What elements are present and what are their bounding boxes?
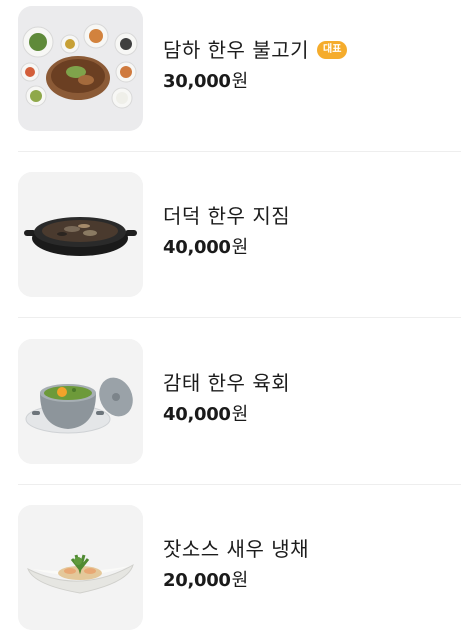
- menu-item-price: 30,000: [163, 71, 231, 92]
- menu-item-name: 감태 한우 육회: [163, 371, 291, 395]
- menu-item-price: 20,000: [163, 570, 231, 591]
- name-row: 더덕 한우 지짐: [163, 202, 290, 230]
- menu-item-name: 더덕 한우 지짐: [163, 204, 291, 228]
- menu-item-info: 잣소스 새우 냉채 20,000 원: [163, 535, 309, 592]
- menu-item-name: 담하 한우 불고기: [163, 38, 310, 62]
- name-row: 잣소스 새우 냉채: [163, 535, 309, 563]
- menu-item-price: 40,000: [163, 404, 231, 425]
- jijim-photo: [18, 172, 143, 297]
- divider: [18, 151, 461, 152]
- price-row: 40,000 원: [163, 233, 290, 259]
- yukhoe-photo: [18, 339, 143, 464]
- bulgogi-photo: [18, 6, 143, 131]
- price-row: 30,000 원: [163, 67, 347, 93]
- signature-badge: 대표: [317, 41, 348, 59]
- shrimp-salad-photo-icon: [18, 505, 143, 630]
- divider: [18, 317, 461, 318]
- menu-item-price: 40,000: [163, 237, 231, 258]
- currency-unit: 원: [231, 237, 249, 258]
- menu-item-bulgogi[interactable]: 담하 한우 불고기 대표 30,000 원: [18, 6, 461, 131]
- menu-item-yukhoe[interactable]: 감태 한우 육회 40,000 원: [18, 339, 461, 464]
- currency-unit: 원: [231, 570, 249, 591]
- menu-item-name: 잣소스 새우 냉채: [163, 537, 310, 561]
- divider: [18, 484, 461, 485]
- menu-item-info: 담하 한우 불고기 대표 30,000 원: [163, 36, 348, 93]
- yukhoe-pot-photo-icon: [18, 339, 143, 464]
- price-row: 20,000 원: [163, 566, 309, 592]
- currency-unit: 원: [231, 404, 249, 425]
- name-row: 담하 한우 불고기 대표: [163, 36, 348, 64]
- menu-item-info: 더덕 한우 지짐 40,000 원: [163, 202, 290, 259]
- menu-list: 담하 한우 불고기 대표 30,000 원 더덕 한우 지짐 40,000 원 …: [0, 0, 473, 643]
- currency-unit: 원: [231, 71, 249, 92]
- name-row: 감태 한우 육회: [163, 369, 290, 397]
- menu-item-info: 감태 한우 육회 40,000 원: [163, 369, 290, 426]
- shrimp-photo: [18, 505, 143, 630]
- bulgogi-table-photo-icon: [18, 6, 143, 131]
- price-row: 40,000 원: [163, 400, 290, 426]
- menu-item-shrimp[interactable]: 잣소스 새우 냉채 20,000 원: [18, 505, 461, 630]
- jijim-pan-photo-icon: [18, 172, 143, 297]
- menu-item-jijim[interactable]: 더덕 한우 지짐 40,000 원: [18, 172, 461, 297]
